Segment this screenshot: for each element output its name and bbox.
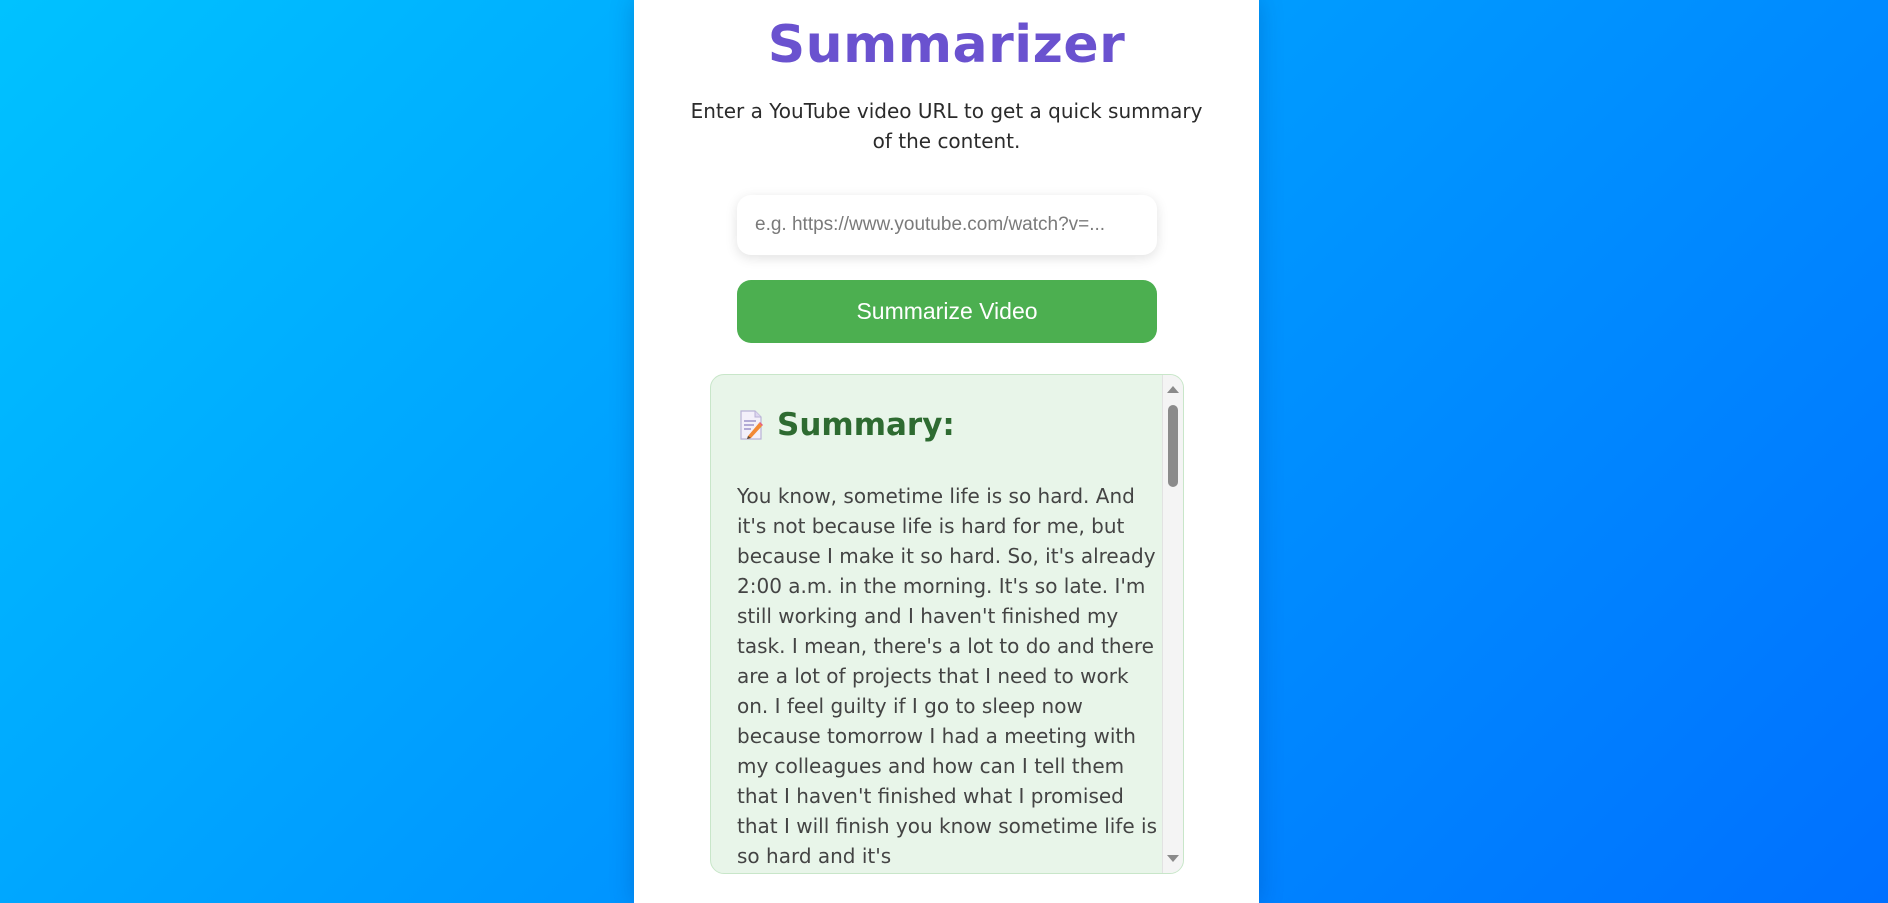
scroll-down-arrow-icon[interactable] [1167,855,1179,862]
summary-text: You know, sometime life is so hard. And … [737,484,1157,868]
memo-icon [739,410,763,440]
scroll-up-arrow-icon[interactable] [1167,386,1179,393]
summary-content: Summary: You know, sometime life is so h… [711,375,1163,873]
summary-heading: Summary: [739,405,955,445]
scroll-thumb[interactable] [1168,405,1178,487]
main-card: Summarizer Enter a YouTube video URL to … [634,0,1259,903]
page-title: Summarizer [767,15,1126,75]
summarize-video-button[interactable]: Summarize Video [737,280,1157,343]
page-subtitle: Enter a YouTube video URL to get a quick… [690,99,1203,153]
summary-heading-text: Summary: [777,407,955,443]
summary-scrollbar[interactable] [1162,375,1183,873]
summary-panel[interactable]: Summary: You know, sometime life is so h… [710,374,1184,874]
video-url-input[interactable] [737,195,1157,255]
